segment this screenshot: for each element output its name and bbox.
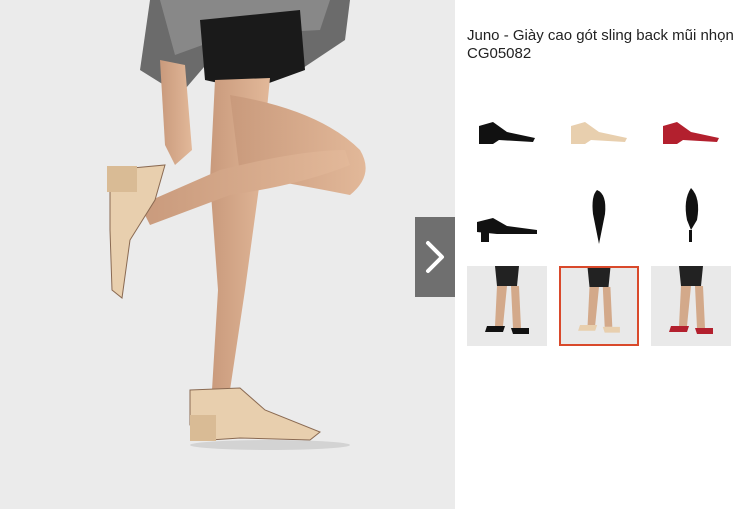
product-title: Juno - Giày cao gót sling back mũi nhọn … [467,27,734,62]
thumbnail-model-black-shoes[interactable] [467,266,547,346]
thumbnail-black-sole-view[interactable] [651,174,731,254]
thumbnail-image [651,266,731,346]
thumbnail-red-side-view[interactable] [651,82,731,162]
thumbnail-model-nude-shoes[interactable] [559,266,639,346]
thumbnail-image [559,174,639,254]
thumbnail-black-side-view[interactable] [467,82,547,162]
thumbnail-black-profile-view[interactable] [467,174,547,254]
main-product-image [0,0,455,509]
thumbnail-image [651,82,731,162]
thumbnail-image [559,82,639,162]
thumbnail-image [651,174,731,254]
thumbnail-image [467,266,547,346]
chevron-right-icon [426,241,444,273]
thumbnail-model-red-shoes[interactable] [651,266,731,346]
next-image-button[interactable] [415,217,455,297]
thumbnail-image [561,268,637,344]
thumbnail-black-top-view[interactable] [559,174,639,254]
thumbnail-image [467,82,547,162]
thumbnail-nude-side-view[interactable] [559,82,639,162]
thumbnail-image [467,174,547,254]
